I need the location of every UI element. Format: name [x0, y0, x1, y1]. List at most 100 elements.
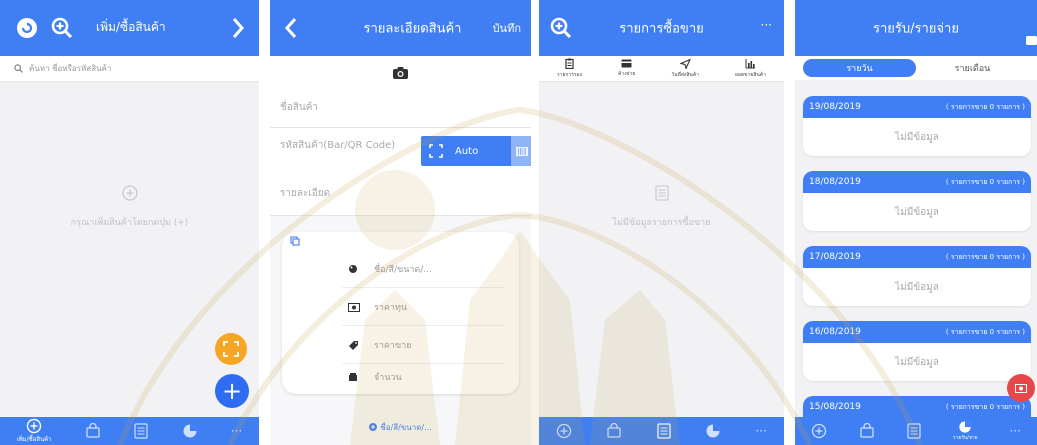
bottom-tab-bar: ··· — [539, 417, 784, 445]
variant-name-label: ชื่อ/สี/ขนาด/... — [374, 265, 432, 275]
more-icon: ··· — [755, 424, 767, 438]
calculator-fab[interactable] — [1007, 374, 1035, 402]
search-input[interactable]: ค้นหา ชื่อหรือรหัสสินค้า — [29, 62, 111, 75]
pie-chart-icon — [705, 423, 721, 439]
zoom-in-icon[interactable] — [549, 16, 573, 40]
day-date: 19/08/2019 — [809, 102, 861, 112]
day-card[interactable]: 18/08/2019 ( รายการขาย 0 รายการ ) ไม่มีข้… — [803, 171, 1031, 231]
list-icon — [655, 185, 669, 201]
day-card[interactable]: 17/08/2019 ( รายการขาย 0 รายการ ) ไม่มีข้… — [803, 246, 1031, 306]
add-circle-icon — [369, 423, 378, 431]
bottom-tab-bar: เพิ่ม/ซื้อสินค้า ··· — [0, 417, 259, 445]
tab-add-product[interactable] — [556, 423, 572, 439]
product-name-field[interactable]: ชื่อสินค้า — [270, 88, 531, 128]
day-empty-text: ไม่มีข้อมูล — [895, 356, 939, 368]
add-product-screen: เพิ่ม/ซื้อสินค้า ค้นหา ชื่อหรือรหัสสินค้… — [0, 0, 259, 445]
segment-monthly[interactable]: รายเดือน — [916, 59, 1029, 77]
barcode-button[interactable] — [511, 136, 531, 166]
tab-more[interactable]: ··· — [231, 424, 242, 438]
product-detail-field[interactable]: รายละเอียด — [270, 172, 531, 216]
header: รายการซื้อขาย ··· — [539, 0, 784, 56]
tab-add-product[interactable] — [811, 423, 827, 439]
tab-more[interactable]: ··· — [1010, 424, 1021, 438]
day-date: 15/08/2019 — [809, 402, 861, 412]
pie-chart-icon — [182, 423, 198, 439]
day-date: 17/08/2019 — [809, 252, 861, 262]
toolbar-item[interactable]: ค้างจ่าย — [618, 59, 635, 78]
header: รายละเอียดสินค้า บันทึก — [270, 0, 531, 56]
more-icon: ··· — [1009, 424, 1021, 438]
tab-report[interactable] — [182, 423, 198, 439]
day-date: 18/08/2019 — [809, 177, 861, 187]
product-code-label: รหัสสินค้า(Bar/QR Code) — [280, 140, 396, 151]
toolbar: รายการรอง ค้างจ่าย วันที่ส่งสินค้า ยอดขา… — [539, 56, 784, 82]
cost-price-row[interactable]: ราคาทุน — [282, 288, 519, 326]
empty-state-text: ไม่มีข้อมูลรายการซื้อขาย — [612, 218, 711, 228]
day-empty-text: ไม่มีข้อมูล — [895, 281, 939, 293]
refresh-icon[interactable] — [16, 17, 38, 39]
scan-fab[interactable] — [215, 333, 247, 365]
tab-list[interactable] — [907, 423, 921, 439]
toolbar-item[interactable]: ยอดขายสินค้า — [735, 58, 766, 79]
toolbar-label: วันที่ส่งสินค้า — [671, 71, 699, 78]
tab-bag[interactable] — [85, 423, 101, 439]
tab-list[interactable] — [134, 423, 148, 439]
wallet-icon[interactable] — [1025, 34, 1037, 46]
tab-list[interactable] — [657, 423, 671, 439]
add-product-fab[interactable]: + — [215, 374, 249, 408]
tab-bag[interactable] — [859, 423, 875, 439]
zoom-in-icon[interactable] — [50, 16, 74, 40]
palette-icon — [348, 264, 358, 274]
product-detail-label: รายละเอียด — [280, 188, 331, 199]
day-date: 16/08/2019 — [809, 327, 861, 337]
product-name-label: ชื่อสินค้า — [280, 102, 319, 113]
send-icon — [679, 58, 691, 69]
tab-bag[interactable] — [606, 423, 622, 439]
auto-code-button[interactable]: Auto — [455, 146, 478, 157]
bar-chart-icon — [745, 58, 756, 69]
day-card[interactable]: 19/08/2019 ( รายการขาย 0 รายการ ) ไม่มีข้… — [803, 96, 1031, 156]
search-bar[interactable]: ค้นหา ชื่อหรือรหัสสินค้า — [0, 56, 259, 82]
tab-report[interactable] — [705, 423, 721, 439]
day-summary: ( รายการขาย 0 รายการ ) — [945, 177, 1025, 186]
scan-icon[interactable] — [421, 136, 451, 166]
back-icon[interactable] — [284, 16, 298, 40]
day-empty-text: ไม่มีข้อมูล — [895, 131, 939, 143]
quantity-row[interactable]: จำนวน — [282, 358, 519, 396]
transactions-screen: รายการซื้อขาย ··· รายการรอง ค้างจ่าย วัน… — [539, 0, 784, 445]
variant-card: ชื่อ/สี/ขนาด/... ราคาทุน ราคาขาย จำนวน — [282, 232, 519, 394]
quantity-label: จำนวน — [374, 373, 402, 383]
copy-icon[interactable] — [290, 236, 300, 246]
toolbar-item[interactable]: วันที่ส่งสินค้า — [671, 58, 699, 79]
page-title: รายการซื้อขาย — [619, 21, 704, 37]
chevron-right-icon[interactable] — [231, 16, 245, 40]
list-icon — [907, 423, 921, 439]
header: เพิ่ม/ซื้อสินค้า — [0, 0, 259, 56]
search-icon — [14, 64, 23, 73]
photo-area[interactable] — [270, 56, 531, 90]
list-icon — [657, 423, 671, 439]
tab-label: รายรับ/จ่าย — [952, 435, 978, 441]
segment-daily[interactable]: รายวัน — [803, 59, 916, 77]
tab-income-expense[interactable]: รายรับ/จ่าย — [953, 420, 978, 442]
bag-icon — [859, 423, 875, 439]
screenshot-collage: เพิ่ม/ซื้อสินค้า ค้นหา ชื่อหรือรหัสสินค้… — [0, 0, 1037, 445]
money-icon — [348, 302, 360, 312]
variant-name-row[interactable]: ชื่อ/สี/ขนาด/... — [282, 250, 519, 288]
more-menu-button[interactable]: ··· — [761, 18, 772, 32]
page-title: เพิ่ม/ซื้อสินค้า — [96, 20, 166, 34]
tab-more[interactable]: ··· — [755, 424, 766, 438]
tab-add-product[interactable]: เพิ่ม/ซื้อสินค้า — [17, 418, 51, 444]
tag-icon — [348, 340, 359, 351]
bottom-tab-bar: รายรับ/จ่าย ··· — [795, 417, 1037, 445]
day-card[interactable]: 16/08/2019 ( รายการขาย 0 รายการ ) ไม่มีข้… — [803, 321, 1031, 381]
box-icon — [348, 372, 358, 382]
toolbar-item[interactable]: รายการรอง — [557, 58, 582, 79]
day-summary: ( รายการขาย 0 รายการ ) — [945, 402, 1025, 411]
bag-icon — [606, 423, 622, 439]
period-segment: รายวัน รายเดือน — [795, 56, 1037, 80]
card-icon — [621, 59, 632, 68]
save-button[interactable]: บันทึก — [493, 19, 521, 37]
bag-icon — [85, 423, 101, 439]
add-variant-button[interactable]: ชื่อ/สี/ขนาด/... — [270, 418, 531, 436]
